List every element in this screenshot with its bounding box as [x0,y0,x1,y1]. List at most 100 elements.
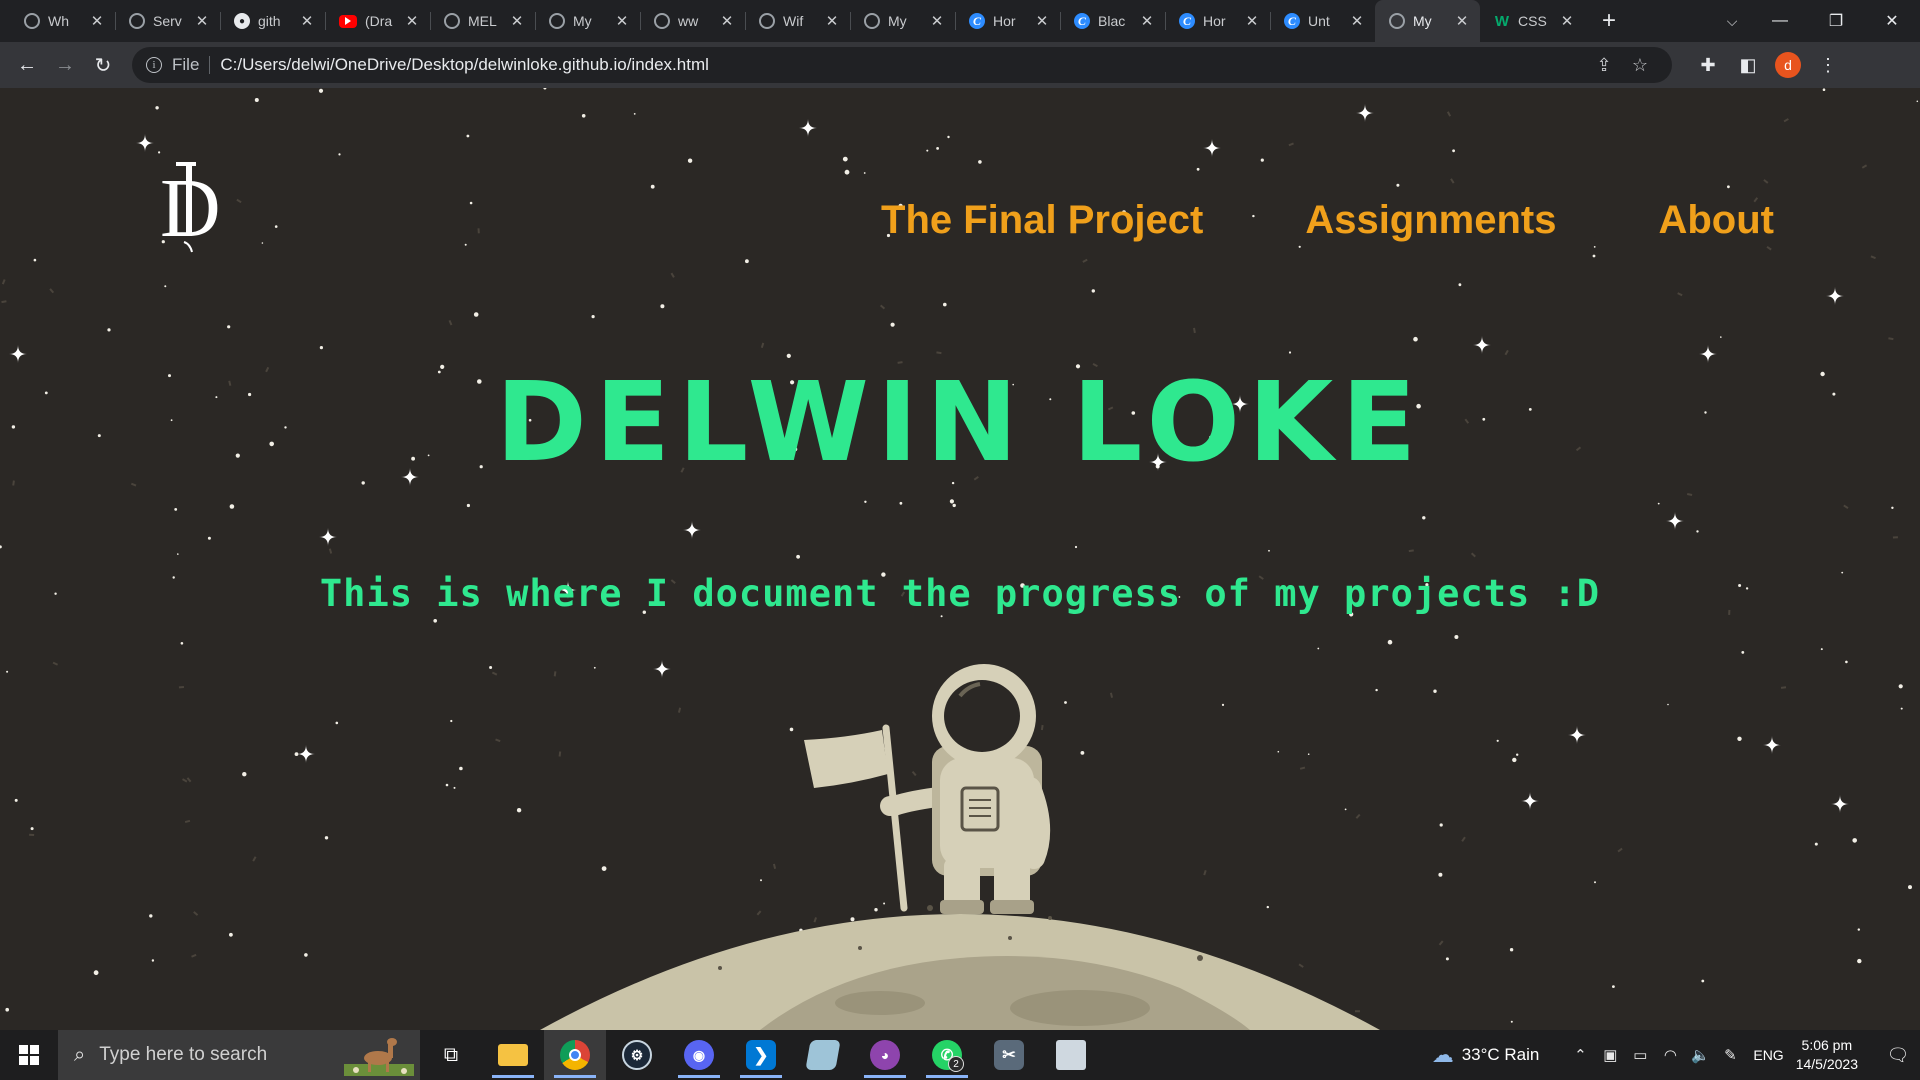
browser-tab[interactable]: MEL ✕ [430,0,535,42]
dust-speck [1461,836,1466,842]
bookmark-star-icon[interactable]: ☆ [1622,55,1658,76]
wifi-icon[interactable]: ◠ [1655,1046,1685,1064]
url-text[interactable]: C:/Users/delwi/OneDrive/Desktop/delwinlo… [220,55,1586,75]
star-dot [164,285,167,288]
start-button[interactable] [0,1030,58,1080]
taskbar-notes[interactable] [792,1030,854,1080]
close-icon[interactable]: ✕ [1454,12,1470,30]
star-dot [850,917,855,922]
nav-link-final-project[interactable]: The Final Project [881,198,1203,243]
close-icon[interactable]: ✕ [1559,12,1575,30]
forward-button[interactable]: → [46,46,84,84]
nav-link-about[interactable]: About [1658,198,1774,243]
browser-tab-strip: Wh ✕ Serv ✕ ● gith ✕ (Dra ✕ MEL ✕ My ✕ ww ✕ Wif ✕… [0,0,1920,42]
tab-list: Wh ✕ Serv ✕ ● gith ✕ (Dra ✕ MEL ✕ My ✕ ww ✕ Wif ✕… [0,0,1585,42]
taskbar-steam[interactable]: ⚙ [606,1030,668,1080]
browser-tab[interactable]: Wh ✕ [10,0,115,42]
browser-tab[interactable]: ww ✕ [640,0,745,42]
close-icon[interactable]: ✕ [194,12,210,30]
dust-speck [1470,552,1476,558]
close-icon[interactable]: ✕ [1349,12,1365,30]
dust-speck [1677,292,1683,297]
volume-icon[interactable]: 🔈 [1685,1046,1715,1064]
close-icon[interactable]: ✕ [719,12,735,30]
close-icon[interactable]: ✕ [824,12,840,30]
browser-tab[interactable]: Serv ✕ [115,0,220,42]
taskbar-search-box[interactable]: ⌕ Type here to search [58,1030,420,1080]
weather-widget[interactable]: ☁ 33°C Rain [1432,1042,1540,1068]
battery-icon[interactable]: ▭ [1625,1046,1655,1064]
star-dot [0,545,2,549]
back-button[interactable]: ← [8,46,46,84]
profile-button[interactable]: d [1768,45,1808,85]
close-icon[interactable]: ✕ [614,12,630,30]
pen-icon[interactable]: ✎ [1715,1046,1745,1064]
dust-speck [1299,766,1306,770]
star-dot [863,172,866,174]
close-icon[interactable]: ✕ [1244,12,1260,30]
browser-tab[interactable]: C Blac ✕ [1060,0,1165,42]
dust-speck [1438,940,1444,946]
restore-button[interactable]: ❐ [1808,0,1864,42]
star-dot [961,682,964,685]
taskbar-whatsapp[interactable]: ✆ 2 [916,1030,978,1080]
search-placeholder: Type here to search [99,1044,268,1065]
side-panel-icon[interactable]: ◧ [1728,45,1768,85]
extensions-icon[interactable]: ✚ [1688,45,1728,85]
taskbar-file-explorer[interactable] [482,1030,544,1080]
star-dot [842,156,848,162]
browser-tab[interactable]: W CSS ✕ [1480,0,1585,42]
tab-search-icon[interactable]: ⌵ [1712,0,1752,42]
taskbar-chrome[interactable] [544,1030,606,1080]
star-dot [936,147,939,150]
close-icon[interactable]: ✕ [299,12,315,30]
taskbar-snip-tool[interactable]: ✂ [978,1030,1040,1080]
nav-link-assignments[interactable]: Assignments [1305,198,1556,243]
browser-tab[interactable]: My ✕ [535,0,640,42]
close-icon[interactable]: ✕ [929,12,945,30]
chevron-up-icon[interactable]: ⌃ [1565,1046,1595,1064]
clock-time: 5:06 pm [1801,1037,1853,1053]
star-dot [1908,885,1912,890]
notifications-icon[interactable]: 🗨 [1876,1045,1920,1066]
dust-speck [1,300,7,304]
star-dot [1741,651,1745,654]
menu-kebab-icon[interactable]: ⋮ [1808,45,1848,85]
close-icon[interactable]: ✕ [1139,12,1155,30]
taskbar-discord[interactable]: ◉ [668,1030,730,1080]
clock[interactable]: 5:06 pm 14/5/2023 [1796,1036,1858,1074]
star-dot [1696,530,1699,533]
browser-tab[interactable]: (Dra ✕ [325,0,430,42]
star-dot [304,953,308,957]
task-view-button[interactable]: ⧉ [420,1030,482,1080]
site-logo[interactable]: D [158,156,238,256]
taskbar-vscode[interactable]: ❯ [730,1030,792,1080]
taskbar-photos[interactable] [1040,1030,1102,1080]
browser-tab[interactable]: C Hor ✕ [1165,0,1270,42]
info-icon[interactable]: i [146,57,162,73]
star-dot [844,169,850,175]
browser-tab[interactable]: C Unt ✕ [1270,0,1375,42]
taskbar-github-desktop[interactable]: ◕ [854,1030,916,1080]
share-icon[interactable]: ⇪ [1586,55,1622,76]
close-window-button[interactable]: ✕ [1864,0,1920,42]
browser-tab[interactable]: ● gith ✕ [220,0,325,42]
language-indicator[interactable]: ENG [1753,1047,1783,1063]
dust-speck [1234,972,1241,977]
reload-button[interactable]: ↻ [84,46,122,84]
star-dot [789,727,794,732]
close-icon[interactable]: ✕ [404,12,420,30]
minimize-button[interactable]: — [1752,0,1808,42]
close-icon[interactable]: ✕ [509,12,525,30]
browser-tab[interactable]: My ✕ [850,0,955,42]
browser-tab[interactable]: Wif ✕ [745,0,850,42]
close-icon[interactable]: ✕ [89,12,105,30]
star-dot [274,225,278,228]
address-bar[interactable]: i File C:/Users/delwi/OneDrive/Desktop/d… [132,47,1672,83]
browser-tab[interactable]: C Hor ✕ [955,0,1060,42]
browser-tab-active[interactable]: My ✕ [1375,0,1480,42]
close-icon[interactable]: ✕ [1034,12,1050,30]
sparkle-star [1521,792,1539,810]
meet-now-icon[interactable]: ▣ [1595,1046,1625,1064]
new-tab-button[interactable]: + [1591,3,1627,39]
